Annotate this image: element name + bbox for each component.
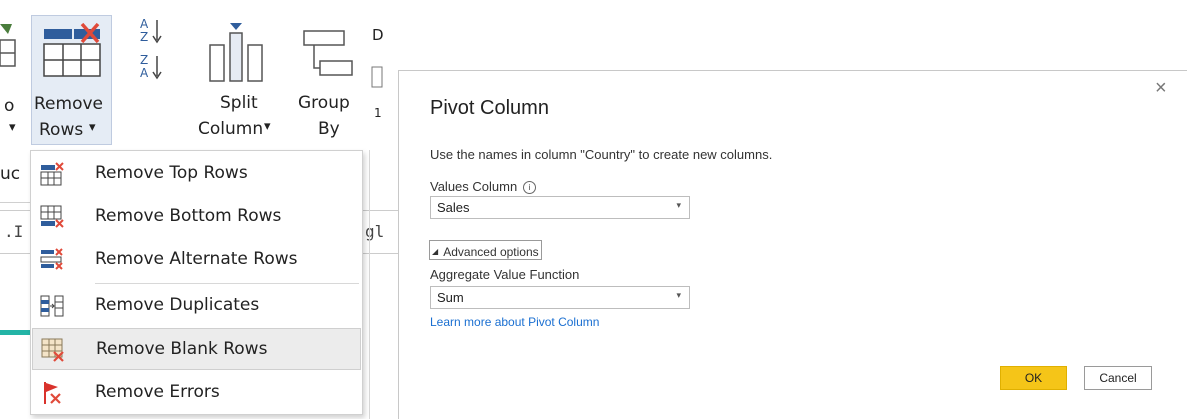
remove-rows-menu: Remove Top Rows Remove Bottom Rows Remov… <box>30 150 363 415</box>
dialog-title: Pivot Column <box>430 97 549 119</box>
ribbon-cutoff-number: 1 <box>374 106 382 120</box>
split-column-button[interactable]: Split Column ▾ <box>194 15 278 145</box>
left-fragment-label: o <box>4 96 15 116</box>
chevron-down-icon: ▾ <box>676 200 681 210</box>
remove-errors-icon <box>44 382 61 404</box>
table-partial-icon <box>0 24 16 67</box>
split-column-icon <box>209 23 263 82</box>
remove-bottom-rows-icon <box>40 205 64 228</box>
group-by-label-line1: Group <box>298 93 350 113</box>
editor-background-right: gl <box>363 150 398 419</box>
group-label-cut: uc <box>0 164 21 184</box>
sort-descending-icon[interactable]: Z A <box>138 54 168 84</box>
sort-ascending-icon[interactable]: A Z <box>138 18 168 48</box>
remove-alternate-rows-icon <box>40 248 63 270</box>
group-by-icon <box>303 30 353 76</box>
menu-item-remove-bottom-rows[interactable]: Remove Bottom Rows <box>32 196 361 238</box>
values-column-label: Values Column <box>430 179 518 194</box>
left-caret[interactable]: ▾ <box>9 120 16 135</box>
values-column-value: Sales <box>437 200 470 215</box>
aggregate-function-select[interactable]: Sum ▾ <box>430 286 690 309</box>
close-icon[interactable]: × <box>1155 77 1167 100</box>
advanced-options-label: Advanced options <box>443 245 539 259</box>
dialog-description: Use the names in column "Country" to cre… <box>430 147 773 162</box>
values-column-select[interactable]: Sales ▾ <box>430 196 690 219</box>
menu-item-label: Remove Duplicates <box>95 295 260 315</box>
cancel-button[interactable]: Cancel <box>1084 366 1152 390</box>
collapse-triangle-icon: ◢ <box>432 247 439 256</box>
remove-rows-caret: ▾ <box>89 120 96 135</box>
menu-item-remove-alternate-rows[interactable]: Remove Alternate Rows <box>32 239 361 281</box>
pivot-column-dialog: × Pivot Column Use the names in column "… <box>398 70 1187 419</box>
menu-item-remove-duplicates[interactable]: Remove Duplicates <box>32 285 361 327</box>
remove-rows-button[interactable]: Remove Rows ▾ <box>31 15 112 145</box>
group-by-label-line2: By <box>318 119 340 139</box>
remove-rows-label-line2: Rows <box>39 120 84 140</box>
learn-more-link[interactable]: Learn more about Pivot Column <box>430 315 599 329</box>
menu-item-label: Remove Alternate Rows <box>95 249 298 269</box>
aggregate-function-value: Sum <box>437 290 464 305</box>
editor-background: uc .I <box>0 150 30 419</box>
group-by-button[interactable]: Group By <box>294 15 360 145</box>
remove-rows-label-line1: Remove <box>34 94 103 114</box>
split-column-caret: ▾ <box>264 119 271 134</box>
ribbon-cutoff-letter: D <box>372 26 384 44</box>
remove-duplicates-icon <box>40 295 64 317</box>
ok-button[interactable]: OK <box>1000 366 1067 390</box>
menu-item-label: Remove Top Rows <box>95 163 248 183</box>
remove-rows-icon <box>43 22 101 77</box>
split-column-label-line1: Split <box>220 93 258 113</box>
formula-fragment-left: .I <box>4 222 24 241</box>
remove-blank-rows-icon <box>41 338 64 362</box>
chevron-down-icon: ▾ <box>676 290 681 300</box>
ribbon: o ▾ Remove Rows ▾ A Z Z A Split Column ▾… <box>0 0 384 150</box>
formula-fragment-right: gl <box>365 222 385 241</box>
menu-item-remove-errors[interactable]: Remove Errors <box>32 372 361 414</box>
teal-accent-bar <box>0 330 30 335</box>
ribbon-cutoff-icon <box>371 66 383 88</box>
remove-top-rows-icon <box>40 162 64 186</box>
menu-item-label: Remove Bottom Rows <box>95 206 282 226</box>
menu-item-label: Remove Blank Rows <box>96 339 268 359</box>
split-column-label-line2: Column <box>198 119 264 139</box>
info-icon[interactable]: i <box>523 181 536 194</box>
menu-item-remove-blank-rows[interactable]: Remove Blank Rows <box>32 328 361 370</box>
menu-item-label: Remove Errors <box>95 382 220 402</box>
aggregate-function-label: Aggregate Value Function <box>430 267 580 282</box>
menu-item-remove-top-rows[interactable]: Remove Top Rows <box>32 153 361 195</box>
advanced-options-toggle[interactable]: ◢ Advanced options <box>429 240 542 260</box>
